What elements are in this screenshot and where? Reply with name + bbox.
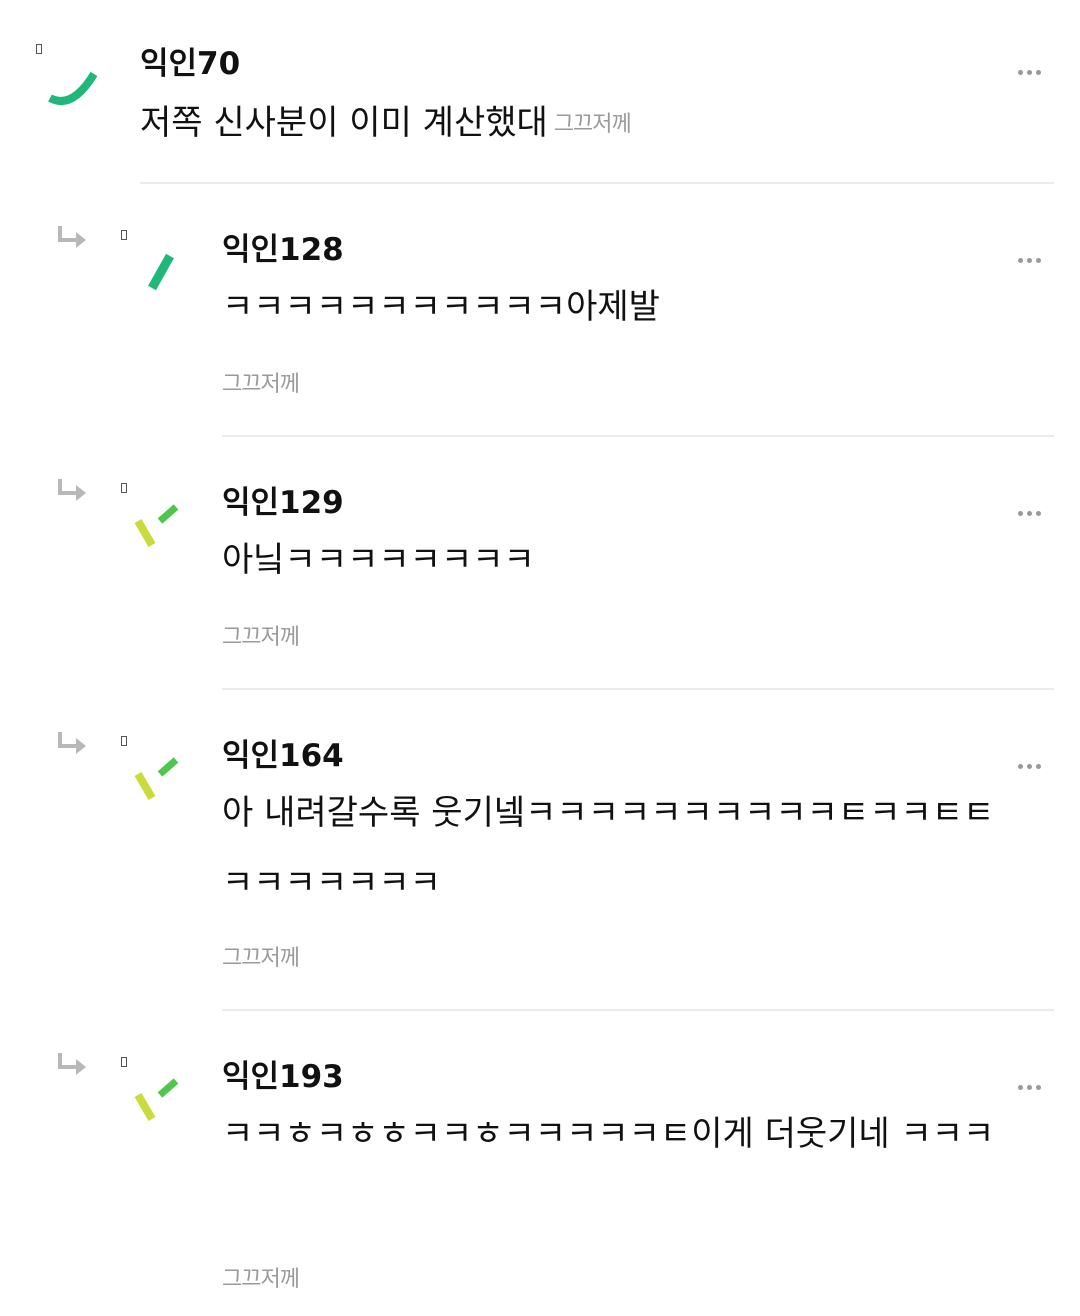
comment-body: ㅋㅋㅎㅋㅎㅎㅋㅋㅎㅋㅋㅋㅋㅋㅌ이게 더웃기네 ㅋㅋㅋ: [222, 1114, 995, 1154]
reply-arrow-icon: [58, 479, 86, 501]
reply-arrow-icon: [58, 732, 86, 754]
comment-nickname[interactable]: 익인129: [222, 477, 344, 522]
avatar[interactable]: [128, 752, 188, 812]
comment-body: 아 내려갈수록 웃기넼ㅋㅋㅋㅋㅋㅋㅋㅋㅋㅋㅌㅋㅋㅌㅌㅋㅋㅋㅋㅋㅋㅋ: [222, 793, 995, 903]
reply-item: 익인128 ㅋㅋㅋㅋㅋㅋㅋㅋㅋㅋㅋ아제발 그끄저께: [0, 184, 1080, 437]
comment-timestamp: 그끄저께: [222, 1267, 300, 1292]
comment-body: ㅋㅋㅋㅋㅋㅋㅋㅋㅋㅋㅋ아제발: [222, 287, 660, 327]
comment-item: 익인70 저쪽 신사분이 이미 계산했대 그끄저께: [0, 0, 1080, 184]
reply-item: 익인129 아닠ㅋㅋㅋㅋㅋㅋㅋㅋ 그끄저께: [0, 437, 1080, 690]
reply-item: 익인164 아 내려갈수록 웃기넼ㅋㅋㅋㅋㅋㅋㅋㅋㅋㅋㅌㅋㅋㅌㅌㅋㅋㅋㅋㅋㅋㅋ …: [0, 690, 1080, 1011]
avatar[interactable]: [138, 244, 198, 304]
more-options-icon[interactable]: [1018, 248, 1048, 263]
badge-icon: [121, 736, 127, 746]
comment-nickname[interactable]: 익인193: [222, 1051, 344, 1096]
comment-body: 아닠ㅋㅋㅋㅋㅋㅋㅋㅋ: [222, 540, 535, 580]
comment-body: 저쪽 신사분이 이미 계산했대: [140, 103, 548, 143]
comment-nickname[interactable]: 익인128: [222, 224, 344, 269]
comment-nickname[interactable]: 익인164: [222, 730, 344, 775]
avatar[interactable]: [128, 1073, 188, 1133]
reply-arrow-icon: [58, 226, 86, 248]
reply-item: 익인193 ㅋㅋㅎㅋㅎㅎㅋㅋㅎㅋㅋㅋㅋㅋㅌ이게 더웃기네 ㅋㅋㅋ 그끄저께: [0, 1011, 1080, 1316]
comment-text: 저쪽 신사분이 이미 계산했대 그끄저께: [140, 88, 1040, 160]
avatar[interactable]: [44, 56, 104, 116]
more-options-icon[interactable]: [1018, 754, 1048, 769]
more-options-icon[interactable]: [1018, 60, 1048, 75]
badge-icon: [121, 230, 127, 240]
avatar[interactable]: [128, 499, 188, 559]
comment-nickname[interactable]: 익인70: [140, 38, 240, 83]
more-options-icon[interactable]: [1018, 1075, 1048, 1090]
more-options-icon[interactable]: [1018, 501, 1048, 516]
comment-timestamp: 그끄저께: [222, 946, 300, 971]
badge-icon: [36, 44, 42, 54]
badge-icon: [121, 1057, 127, 1067]
badge-icon: [121, 483, 127, 493]
comment-timestamp: 그끄저께: [553, 111, 632, 137]
reply-arrow-icon: [58, 1053, 86, 1075]
comment-timestamp: 그끄저께: [222, 372, 300, 397]
comment-timestamp: 그끄저께: [222, 625, 300, 650]
